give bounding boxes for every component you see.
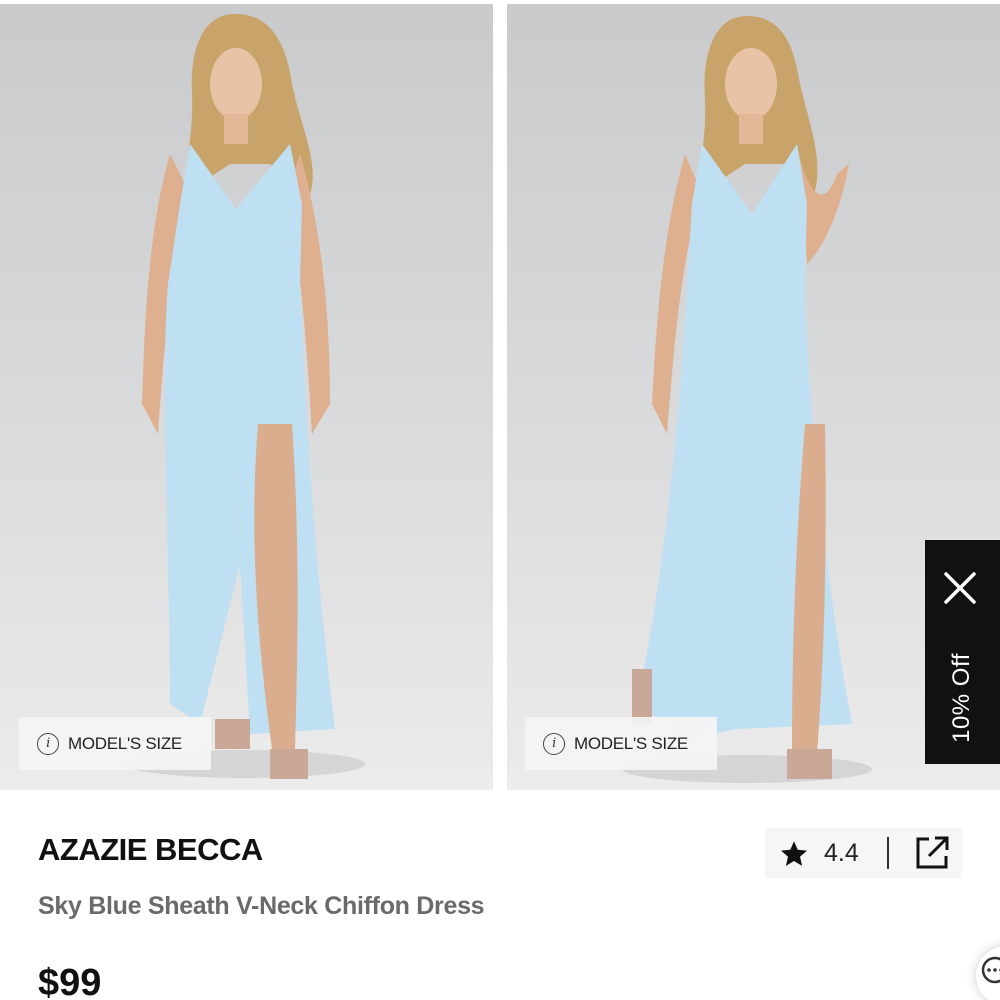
close-icon[interactable]: [942, 570, 978, 606]
promo-label: 10% Off: [948, 653, 975, 743]
model-size-button[interactable]: i MODEL'S SIZE: [525, 717, 717, 770]
product-brand: AZAZIE BECCA: [38, 832, 263, 867]
product-name: Sky Blue Sheath V-Neck Chiffon Dress: [38, 892, 485, 920]
rating-share-bar: 4.4: [765, 828, 962, 878]
model-illustration: [125, 14, 365, 779]
rating-value: 4.4: [824, 839, 859, 867]
product-price: $99: [38, 962, 102, 1000]
info-icon: i: [37, 732, 59, 755]
product-page: i MODEL'S SIZE i MODEL'S SIZE 10% Off AZ…: [0, 0, 1000, 1000]
chat-icon: [981, 956, 1000, 984]
chat-button[interactable]: [975, 945, 1000, 1000]
discount-promo-tab[interactable]: 10% Off: [925, 540, 1000, 764]
model-size-label: MODEL'S SIZE: [68, 733, 182, 753]
external-link-icon[interactable]: [913, 834, 951, 872]
divider: [887, 837, 889, 869]
model-size-button[interactable]: i MODEL'S SIZE: [19, 717, 211, 770]
product-image-front[interactable]: i MODEL'S SIZE: [0, 4, 493, 790]
model-size-label: MODEL'S SIZE: [574, 733, 688, 753]
info-icon: i: [543, 732, 565, 755]
star-icon: [781, 841, 807, 866]
